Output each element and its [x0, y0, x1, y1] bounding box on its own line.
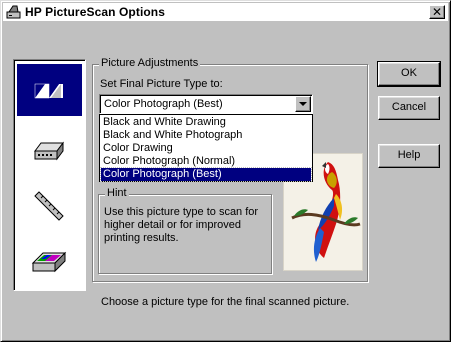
ok-button[interactable]: OK — [377, 61, 441, 87]
hint-label: Hint — [105, 187, 129, 199]
panel-item-scanner[interactable] — [17, 121, 82, 173]
cancel-button[interactable]: Cancel — [378, 96, 440, 120]
hint-text: Use this picture type to scan for higher… — [104, 206, 259, 244]
flatbed-scanner-icon — [31, 251, 67, 273]
panel-item-scan-area[interactable] — [17, 235, 82, 287]
close-button[interactable]: ✕ — [429, 5, 445, 19]
options-dialog: HP PictureScan Options ✕ Picture Adjustm… — [0, 0, 451, 342]
help-button[interactable]: Help — [378, 144, 440, 168]
picture-adjustments-label: Picture Adjustments — [99, 57, 201, 69]
picture-type-option-list: Black and White Drawing Black and White … — [99, 114, 313, 182]
chevron-down-icon[interactable] — [295, 96, 311, 112]
window-title: HP PictureScan Options — [25, 5, 166, 19]
status-text: Choose a picture type for the final scan… — [101, 296, 350, 308]
picture-type-label: Set Final Picture Type to: — [100, 78, 223, 90]
panel-item-size[interactable] — [17, 178, 82, 230]
option-color-drawing[interactable]: Color Drawing — [101, 142, 311, 155]
picture-type-selected-value: Color Photograph (Best) — [104, 98, 223, 110]
category-icon-panel — [13, 59, 86, 291]
option-bw-drawing[interactable]: Black and White Drawing — [101, 116, 311, 129]
picture-type-dropdown[interactable]: Color Photograph (Best) — [99, 94, 313, 114]
close-icon: ✕ — [431, 5, 443, 19]
picture-type-icon — [34, 83, 63, 99]
app-icon — [6, 4, 22, 20]
ruler-icon — [34, 191, 64, 221]
panel-item-picture-type[interactable] — [17, 64, 82, 116]
option-bw-photograph[interactable]: Black and White Photograph — [101, 129, 311, 142]
option-color-photo-best[interactable]: Color Photograph (Best) — [100, 167, 312, 182]
title-bar[interactable]: HP PictureScan Options ✕ — [3, 3, 448, 21]
scanner-icon — [34, 141, 64, 161]
option-color-photo-normal[interactable]: Color Photograph (Normal) — [101, 155, 311, 168]
